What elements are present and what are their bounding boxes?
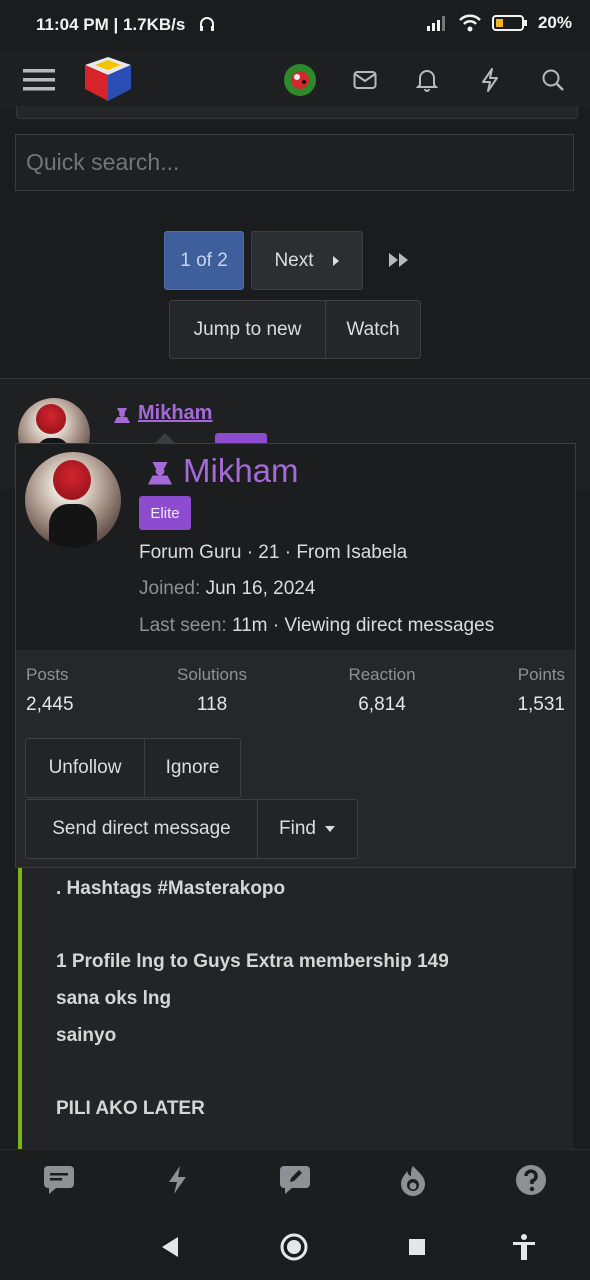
- stat-points: Points 1,531: [500, 665, 565, 716]
- last-seen-row: Last seen: 11m · Viewing direct messages: [139, 615, 494, 637]
- stat-solutions: Solutions 118: [173, 665, 251, 716]
- stat-reaction: Reaction 6,814: [342, 665, 422, 716]
- post-line: . Hashtags #Masterakopo: [56, 878, 286, 899]
- panel-edge: [16, 106, 578, 119]
- post-line: sainyo: [56, 1025, 117, 1046]
- user-rank-badge: Elite: [139, 496, 191, 530]
- post-author-link[interactable]: Mikham: [112, 402, 212, 425]
- popup-username[interactable]: Mikham: [145, 452, 299, 490]
- home-icon[interactable]: [278, 1231, 310, 1263]
- status-bar: 11:04 PM | 1.7KB/s 20%: [0, 0, 590, 50]
- find-dropdown-button[interactable]: Find: [257, 799, 358, 859]
- top-navigation: [0, 50, 590, 108]
- user-badge-icon: [114, 407, 130, 423]
- watch-button[interactable]: Watch: [325, 300, 421, 359]
- inbox-icon[interactable]: [345, 60, 385, 100]
- last-seen-label: Last seen:: [139, 615, 227, 636]
- status-time-speed: 11:04 PM | 1.7KB/s: [36, 15, 186, 34]
- stat-value: 118: [196, 694, 228, 715]
- signal-icon: [426, 16, 445, 31]
- recents-icon[interactable]: [401, 1231, 433, 1263]
- quote-accent-bar: [18, 868, 22, 1150]
- send-dm-button[interactable]: Send direct message: [25, 799, 258, 859]
- fast-forward-icon: [389, 253, 408, 267]
- post-author-name: Mikham: [138, 402, 213, 424]
- popup-avatar[interactable]: [25, 452, 121, 548]
- stat-label: Posts: [26, 665, 69, 684]
- bottom-navigation: [0, 1149, 590, 1210]
- help-icon[interactable]: [513, 1162, 549, 1198]
- user-avatar[interactable]: [280, 60, 320, 100]
- stat-posts: Posts 2,445: [26, 665, 74, 716]
- stat-label: Points: [517, 665, 565, 684]
- next-page-button[interactable]: Next: [251, 231, 363, 290]
- unfollow-button[interactable]: Unfollow: [25, 738, 145, 798]
- whats-new-bolt-icon[interactable]: [470, 60, 510, 100]
- quick-search-input[interactable]: [15, 134, 574, 191]
- next-label: Next: [274, 249, 314, 271]
- last-page-button[interactable]: [380, 240, 418, 280]
- stat-value: 2,445: [26, 694, 74, 715]
- stat-value: 6,814: [358, 694, 406, 715]
- jump-to-new-button[interactable]: Jump to new: [169, 300, 326, 359]
- page-selector[interactable]: 1 of 2: [164, 231, 244, 290]
- stat-label: Reaction: [348, 665, 416, 684]
- chevron-right-icon: [332, 255, 339, 266]
- menu-icon[interactable]: [19, 60, 59, 100]
- wifi-icon: [459, 14, 481, 32]
- search-icon[interactable]: [533, 60, 573, 100]
- popup-arrow: [155, 433, 175, 443]
- last-seen-value: 11m · Viewing direct messages: [231, 615, 495, 636]
- joined-label: Joined:: [139, 578, 201, 599]
- bell-icon[interactable]: [407, 60, 447, 100]
- user-badge-icon: [148, 462, 172, 485]
- post-line: sana oks lng: [56, 988, 172, 1009]
- joined-value: Jun 16, 2024: [205, 578, 316, 599]
- whats-new-icon[interactable]: [159, 1162, 195, 1198]
- trending-icon[interactable]: [395, 1162, 431, 1198]
- stat-value: 1,531: [517, 694, 565, 715]
- battery-icon: [491, 15, 527, 31]
- user-info: Forum Guru · 21 · From Isabela: [139, 542, 408, 563]
- post-line: PILI AKO LATER: [56, 1098, 205, 1119]
- accessibility-icon[interactable]: [508, 1231, 540, 1263]
- joined-row: Joined: Jun 16, 2024: [139, 578, 315, 600]
- new-post-icon[interactable]: [277, 1162, 313, 1198]
- stat-label: Solutions: [177, 665, 247, 684]
- site-logo[interactable]: [80, 52, 136, 106]
- back-icon[interactable]: [154, 1231, 186, 1263]
- headphones-icon: [200, 17, 214, 31]
- system-navigation-bar: [0, 1209, 590, 1280]
- forums-icon[interactable]: [41, 1162, 77, 1198]
- post-line: 1 Profile lng to Guys Extra membership 1…: [56, 951, 449, 972]
- ignore-button[interactable]: Ignore: [144, 738, 241, 798]
- battery-percent: 20%: [537, 13, 572, 32]
- find-label: Find: [279, 818, 316, 839]
- caret-down-icon: [324, 826, 335, 832]
- popup-username-text: Mikham: [183, 452, 299, 489]
